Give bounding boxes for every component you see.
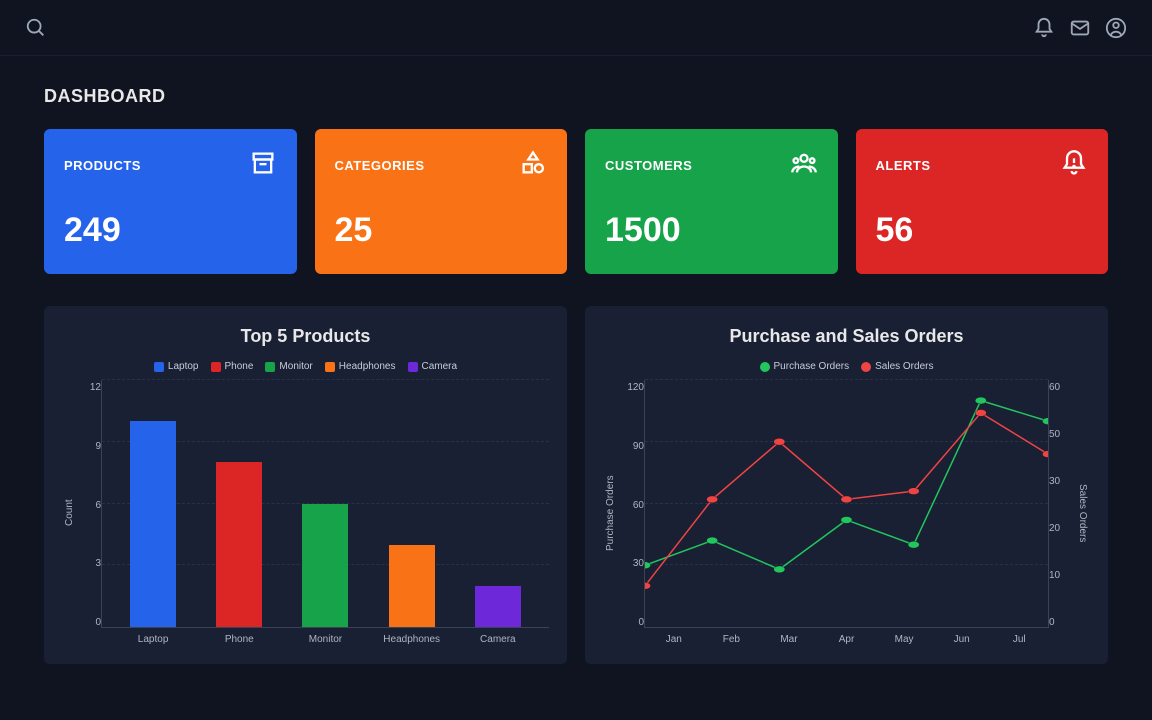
legend-item[interactable]: Camera: [408, 361, 458, 372]
legend-item[interactable]: Monitor: [265, 361, 312, 372]
bar-laptop[interactable]: [130, 421, 176, 627]
card-value: 249: [64, 211, 277, 250]
mail-icon[interactable]: [1068, 16, 1092, 40]
people-icon: [790, 149, 818, 182]
card-label: ALERTS: [876, 158, 931, 173]
card-value: 25: [335, 211, 548, 250]
shapes-icon: [519, 149, 547, 182]
alert-icon: [1060, 149, 1088, 182]
card-label: PRODUCTS: [64, 158, 141, 173]
bar-plot: LaptopPhoneMonitorHeadphonesCamera: [101, 380, 549, 628]
bar-phone[interactable]: [216, 462, 262, 627]
data-point[interactable]: [774, 566, 785, 573]
data-point[interactable]: [707, 496, 718, 503]
top5-products-panel: Top 5 Products Laptop Phone Monitor Headpho…: [44, 306, 567, 664]
legend-item[interactable]: Sales Orders: [861, 361, 933, 372]
card-label: CUSTOMERS: [605, 158, 692, 173]
data-point[interactable]: [908, 488, 919, 495]
data-point[interactable]: [975, 409, 986, 416]
tick-label: Monitor: [295, 634, 355, 645]
stat-cards: PRODUCTS 249 CATEGORIES 25 CUSTOMERS 1500 ALER…: [44, 129, 1108, 274]
line-purchase-orders[interactable]: [645, 401, 1048, 570]
stat-card-categories[interactable]: CATEGORIES 25: [315, 129, 568, 274]
tick-label: Feb: [703, 634, 761, 645]
archive-icon: [249, 149, 277, 182]
line-plot: JanFebMarAprMayJunJul: [644, 380, 1049, 628]
tick-label: Apr: [818, 634, 876, 645]
line-yaxis-left: 1209060300: [618, 380, 644, 646]
bar-yaxis: 129630: [77, 380, 101, 646]
data-point[interactable]: [645, 582, 651, 589]
bell-icon[interactable]: [1032, 16, 1056, 40]
data-point[interactable]: [841, 517, 852, 524]
data-point[interactable]: [841, 496, 852, 503]
tick-label: Jun: [933, 634, 991, 645]
bar-camera[interactable]: [475, 586, 521, 627]
tick-label: Headphones: [382, 634, 442, 645]
legend-item[interactable]: Phone: [211, 361, 254, 372]
data-point[interactable]: [908, 541, 919, 548]
tick-label: Mar: [760, 634, 818, 645]
topbar: [0, 0, 1152, 56]
line-yaxis-label-right: Sales Orders: [1075, 380, 1090, 646]
stat-card-customers[interactable]: CUSTOMERS 1500: [585, 129, 838, 274]
search-icon[interactable]: [24, 16, 48, 40]
line-yaxis-right: 60503020100: [1049, 380, 1075, 646]
content: DASHBOARD PRODUCTS 249 CATEGORIES 25 CUSTOME…: [0, 56, 1152, 684]
chart-title: Purchase and Sales Orders: [603, 326, 1090, 347]
stat-card-alerts[interactable]: ALERTS 56: [856, 129, 1109, 274]
tick-label: Phone: [209, 634, 269, 645]
tick-label: Camera: [468, 634, 528, 645]
data-point[interactable]: [1042, 418, 1048, 425]
data-point[interactable]: [774, 438, 785, 445]
stat-card-products[interactable]: PRODUCTS 249: [44, 129, 297, 274]
legend-item[interactable]: Laptop: [154, 361, 199, 372]
data-point[interactable]: [707, 537, 718, 544]
tick-label: Jul: [990, 634, 1048, 645]
line-legend: Purchase Orders Sales Orders: [603, 361, 1090, 372]
orders-panel: Purchase and Sales Orders Purchase Order…: [585, 306, 1108, 664]
card-value: 56: [876, 211, 1089, 250]
bar-yaxis-label: Count: [62, 380, 77, 646]
chart-title: Top 5 Products: [62, 326, 549, 347]
bar-monitor[interactable]: [302, 504, 348, 628]
legend-item[interactable]: Purchase Orders: [760, 361, 850, 372]
bar-headphones[interactable]: [389, 545, 435, 627]
profile-icon[interactable]: [1104, 16, 1128, 40]
line-yaxis-label-left: Purchase Orders: [603, 380, 618, 646]
card-value: 1500: [605, 211, 818, 250]
tick-label: Laptop: [123, 634, 183, 645]
tick-label: May: [875, 634, 933, 645]
tick-label: Jan: [645, 634, 703, 645]
legend-item[interactable]: Headphones: [325, 361, 396, 372]
card-label: CATEGORIES: [335, 158, 425, 173]
bar-legend: Laptop Phone Monitor Headphones Camera: [62, 361, 549, 372]
data-point[interactable]: [975, 397, 986, 404]
page-title: DASHBOARD: [44, 86, 1108, 107]
